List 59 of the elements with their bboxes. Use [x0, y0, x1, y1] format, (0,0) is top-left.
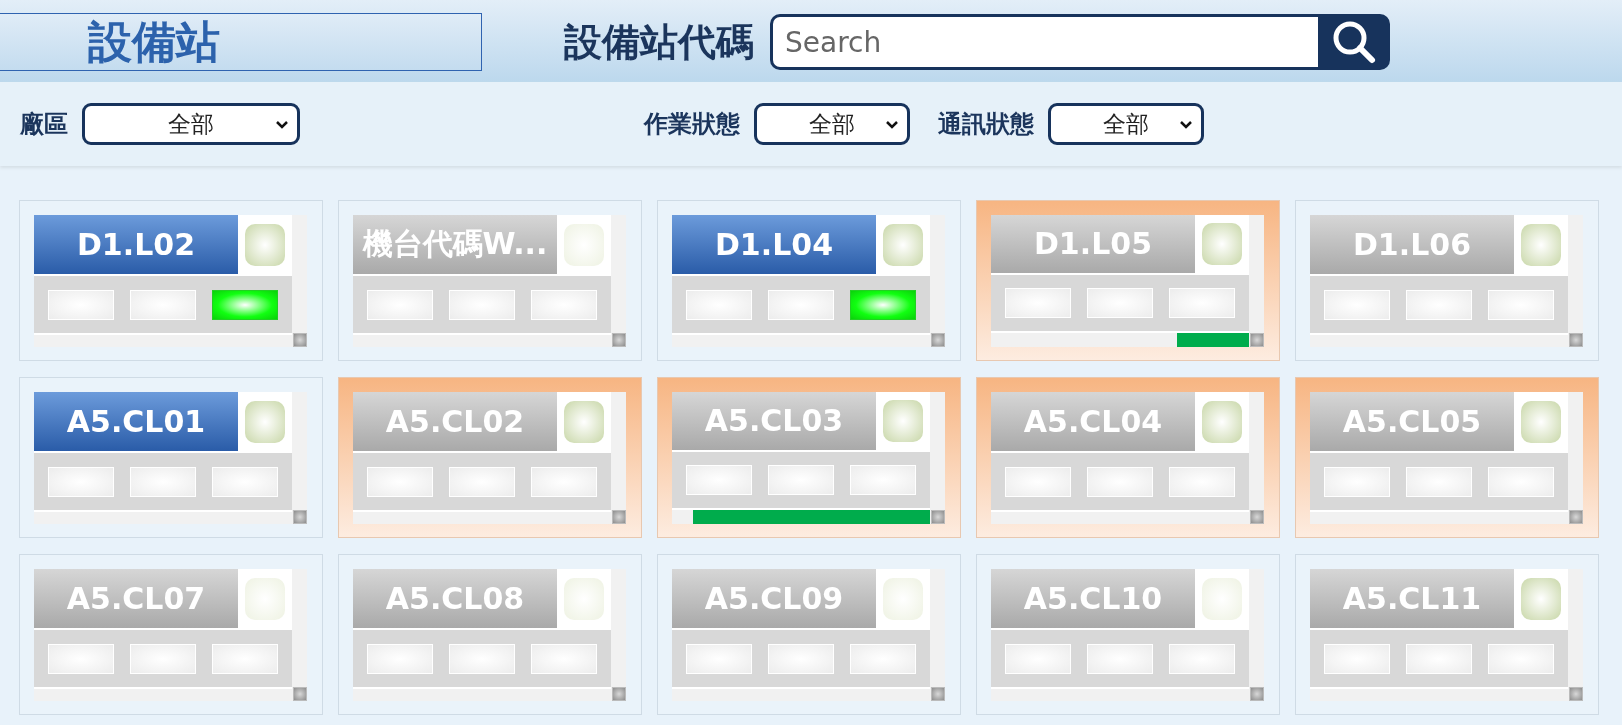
filter-dropdown[interactable]: 全部: [1048, 103, 1204, 145]
station-card[interactable]: D1.L05: [976, 200, 1280, 361]
square-icon: [931, 333, 945, 347]
station-name: D1.L05: [991, 215, 1195, 273]
station-card[interactable]: D1.L06: [1295, 200, 1599, 361]
station-name: A5.CL01: [34, 392, 238, 451]
station-name: D1.L02: [34, 215, 238, 274]
search-label: 設備站代碼: [564, 18, 754, 66]
chevron-down-icon: [1179, 120, 1193, 130]
station-card[interactable]: A5.CL08: [338, 554, 642, 715]
station-name: 機台代碼W...: [353, 215, 557, 274]
filter-label: 通訊狀態: [938, 109, 1034, 140]
station-card[interactable]: 機台代碼W...: [338, 200, 642, 361]
square-icon: [612, 510, 626, 524]
filter-dropdown[interactable]: 全部: [82, 103, 300, 145]
square-icon: [1250, 510, 1264, 524]
station-name: A5.CL04: [991, 392, 1195, 451]
station-name: A5.CL09: [672, 569, 876, 628]
square-icon: [1250, 687, 1264, 701]
filter-label: 作業狀態: [644, 109, 740, 140]
station-card[interactable]: D1.L04: [657, 200, 961, 361]
station-card[interactable]: A5.CL05: [1295, 377, 1599, 538]
square-icon: [1569, 687, 1583, 701]
station-name: D1.L06: [1310, 215, 1514, 274]
station-card[interactable]: A5.CL09: [657, 554, 961, 715]
square-icon: [1250, 333, 1264, 347]
search-icon: [1331, 19, 1377, 65]
station-card[interactable]: A5.CL04: [976, 377, 1280, 538]
station-card[interactable]: A5.CL03: [657, 377, 961, 538]
station-name: D1.L04: [672, 215, 876, 274]
station-name: A5.CL11: [1310, 569, 1514, 628]
square-icon: [931, 687, 945, 701]
station-card[interactable]: A5.CL02: [338, 377, 642, 538]
station-name: A5.CL05: [1310, 392, 1514, 451]
chevron-down-icon: [275, 120, 289, 130]
square-icon: [612, 333, 626, 347]
station-name: A5.CL03: [672, 392, 876, 450]
station-card[interactable]: A5.CL10: [976, 554, 1280, 715]
filter-label: 廠區: [20, 109, 68, 140]
search-button[interactable]: [1318, 14, 1390, 70]
page-title: 設備站: [0, 13, 482, 71]
station-name: A5.CL07: [34, 569, 238, 628]
square-icon: [293, 687, 307, 701]
square-icon: [293, 333, 307, 347]
station-card[interactable]: A5.CL01: [19, 377, 323, 538]
square-icon: [293, 510, 307, 524]
station-card[interactable]: A5.CL07: [19, 554, 323, 715]
station-card[interactable]: D1.L02: [19, 200, 323, 361]
square-icon: [931, 510, 945, 524]
station-name: A5.CL10: [991, 569, 1195, 628]
filter-dropdown[interactable]: 全部: [754, 103, 910, 145]
station-card[interactable]: A5.CL11: [1295, 554, 1599, 715]
station-name: A5.CL08: [353, 569, 557, 628]
search-field[interactable]: Search: [770, 14, 1318, 70]
square-icon: [612, 687, 626, 701]
square-icon: [1569, 333, 1583, 347]
chevron-down-icon: [885, 120, 899, 130]
station-name: A5.CL02: [353, 392, 557, 451]
square-icon: [1569, 510, 1583, 524]
